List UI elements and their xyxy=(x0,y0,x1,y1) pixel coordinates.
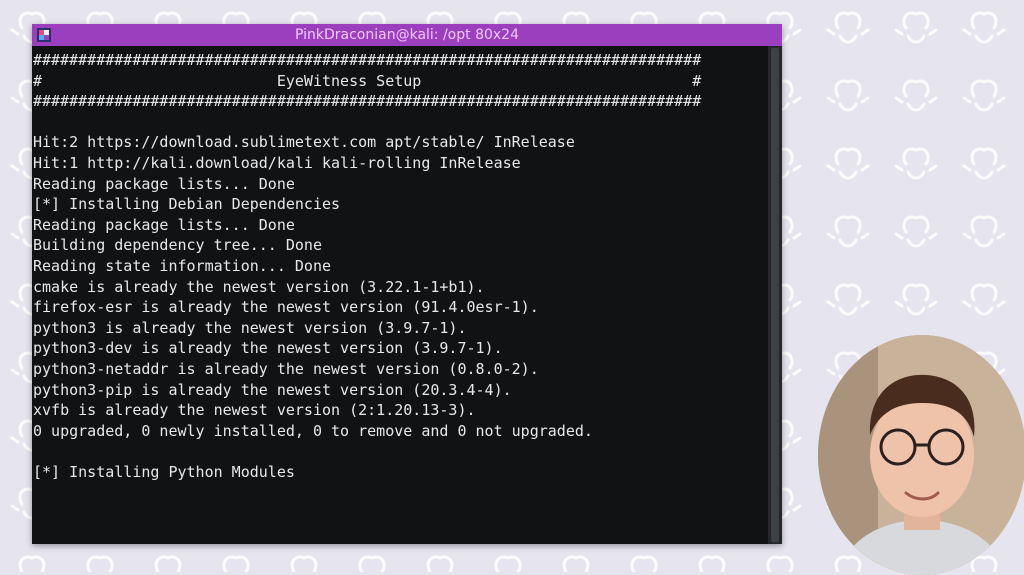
terminal-line: Building dependency tree... Done xyxy=(33,236,322,255)
webcam-overlay xyxy=(818,335,1024,575)
terminal-line: xvfb is already the newest version (2:1.… xyxy=(33,401,476,420)
scrollbar-thumb[interactable] xyxy=(771,48,779,542)
terminal-line: ########################################… xyxy=(33,51,702,69)
terminal-line: python3-pip is already the newest versio… xyxy=(33,380,512,399)
terminal-line: [*] Installing Python Modules xyxy=(33,462,295,481)
terminal-line: python3-netaddr is already the newest ve… xyxy=(33,359,539,378)
terminal-line: firefox-esr is already the newest versio… xyxy=(33,298,539,317)
terminal-line: Hit:1 http://kali.download/kali kali-rol… xyxy=(33,153,521,172)
terminal-line: ########################################… xyxy=(33,92,702,111)
window-titlebar[interactable]: PinkDraconian@kali: /opt 80x24 xyxy=(32,24,782,46)
window-title: PinkDraconian@kali: /opt 80x24 xyxy=(294,27,519,43)
terminal-line: Hit:2 https://download.sublimetext.com a… xyxy=(33,133,575,152)
terminal-line: Reading package lists... Done xyxy=(33,174,295,193)
terminal-line: python3-dev is already the newest versio… xyxy=(33,339,503,358)
terminal-line: Reading state information... Done xyxy=(33,256,332,275)
terminal-line: Reading package lists... Done xyxy=(33,215,295,234)
terminal-line: 0 upgraded, 0 newly installed, 0 to remo… xyxy=(33,421,593,440)
terminal-line: # EyeWitness Setup # xyxy=(33,71,702,90)
terminal-scrollbar[interactable] xyxy=(768,46,782,544)
terminal-line: cmake is already the newest version (3.2… xyxy=(33,277,485,296)
terminal-window[interactable]: PinkDraconian@kali: /opt 80x24 #########… xyxy=(32,24,782,544)
terminal-output-area[interactable]: ########################################… xyxy=(32,46,768,544)
terminal-line: [*] Installing Debian Dependencies xyxy=(33,195,341,214)
terminal-line: python3 is already the newest version (3… xyxy=(33,318,467,337)
terminal-output: ########################################… xyxy=(32,46,768,482)
presenter-avatar xyxy=(818,335,1024,575)
